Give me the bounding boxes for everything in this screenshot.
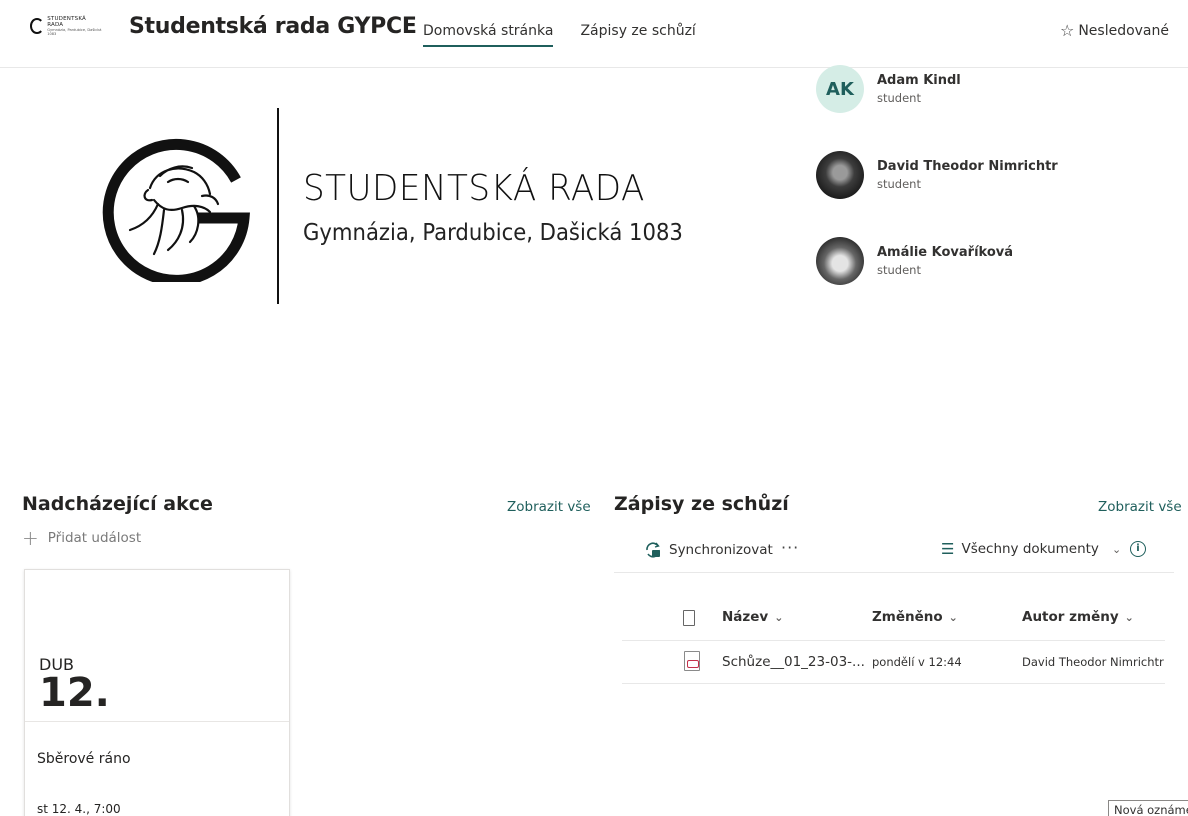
site-logo[interactable]: STUDENTSKÁ RADA Gymnázia, Pardubice, Daš… [30,16,102,36]
document-modified-by[interactable]: David Theodor Nimrichtr [1022,655,1164,669]
star-outline-icon: ☆ [1059,21,1075,40]
follow-button[interactable]: ☆ Nesledované [1059,21,1169,40]
events-see-all-link[interactable]: Zobrazit vše [507,499,591,515]
events-title: Nadcházející akce [22,493,213,515]
chevron-down-icon: ⌄ [1111,542,1122,556]
person-role: student [877,91,921,105]
plus-icon: + [22,526,39,550]
add-event-button[interactable]: + Přidat událost [22,528,141,548]
event-divider [25,721,289,722]
chevron-down-icon: ⌄ [948,610,958,624]
avatar: AK [816,65,864,113]
event-card[interactable]: DUB 12. Sběrové ráno st 12. 4., 7:00 [24,569,290,816]
person-card[interactable]: Amálie Kovaříková student [816,236,1058,286]
sync-label: Synchronizovat [669,542,773,558]
chevron-down-icon: ⌄ [774,610,784,624]
event-time: st 12. 4., 7:00 [37,802,121,816]
column-modified-by-label: Autor změny [1022,609,1119,625]
list-view-icon: ☰ [941,539,955,558]
new-announcement-tooltip[interactable]: Nová oznámení [1108,800,1188,816]
column-modified[interactable]: Změněno ⌄ [872,609,958,625]
document-name-link[interactable]: Schůze__01_23-03-... [722,654,865,670]
view-label: Všechny dokumenty [961,541,1099,557]
hero-divider [277,108,279,304]
site-title[interactable]: Studentská rada GYPCE [129,14,417,39]
hero-title: STUDENTSKÁ RADA [303,168,645,209]
document-modified: pondělí v 12:44 [872,655,962,669]
person-role: student [877,177,921,191]
documents-table-header: Název ⌄ Změněno ⌄ Autor změny ⌄ [622,596,1165,641]
person-role: student [877,263,921,277]
site-header: STUDENTSKÁ RADA Gymnázia, Pardubice, Daš… [0,0,1188,68]
column-modified-by[interactable]: Autor změny ⌄ [1022,609,1134,625]
logo-line1: STUDENTSKÁ RADA [47,16,87,28]
documents-title: Zápisy ze schůzí [614,493,789,515]
avatar [816,151,864,199]
logo-line2: Gymnázia, Pardubice, Dašická 1083 [47,28,102,36]
event-day: 12. [39,670,110,716]
documents-see-all-link[interactable]: Zobrazit vše [1098,499,1182,515]
person-name: Amálie Kovaříková [877,245,1013,260]
school-crest-icon [102,138,250,282]
chevron-down-icon: ⌄ [1124,610,1134,624]
logo-g-icon [30,18,45,34]
event-title: Sběrové ráno [37,751,131,767]
info-icon[interactable]: i [1130,541,1146,557]
table-row[interactable]: Schůze__01_23-03-... pondělí v 12:44 Dav… [622,641,1165,684]
nav-item-home[interactable]: Domovská stránka [423,23,554,47]
column-name-label: Název [722,609,769,625]
person-card[interactable]: AK Adam Kindl student [816,64,1058,114]
view-selector[interactable]: ☰ Všechny dokumenty ⌄ [941,541,1121,557]
column-modified-label: Změněno [872,609,943,625]
avatar [816,237,864,285]
person-name: Adam Kindl [877,73,961,88]
column-name[interactable]: Název ⌄ [722,609,783,625]
follow-label: Nesledované [1078,23,1169,39]
people-list: AK Adam Kindl student David Theodor Nimr… [816,64,1058,322]
top-nav: Domovská stránka Zápisy ze schůzí [423,23,696,47]
person-card[interactable]: David Theodor Nimrichtr student [816,150,1058,200]
file-type-icon [683,610,695,626]
add-event-label: Přidat událost [47,530,142,546]
person-name: David Theodor Nimrichtr [877,159,1058,174]
nav-item-minutes[interactable]: Zápisy ze schůzí [580,23,695,47]
hero-logo: STUDENTSKÁ RADA Gymnázia, Pardubice, Daš… [98,108,718,308]
sync-icon [646,542,660,558]
documents-toolbar: Synchronizovat ··· ☰ Všechny dokumenty ⌄… [614,530,1174,573]
pdf-file-icon [684,651,700,671]
more-options-button[interactable]: ··· [781,538,799,557]
sync-button[interactable]: Synchronizovat [644,541,773,559]
hero-subtitle: Gymnázia, Pardubice, Dašická 1083 [303,220,683,246]
